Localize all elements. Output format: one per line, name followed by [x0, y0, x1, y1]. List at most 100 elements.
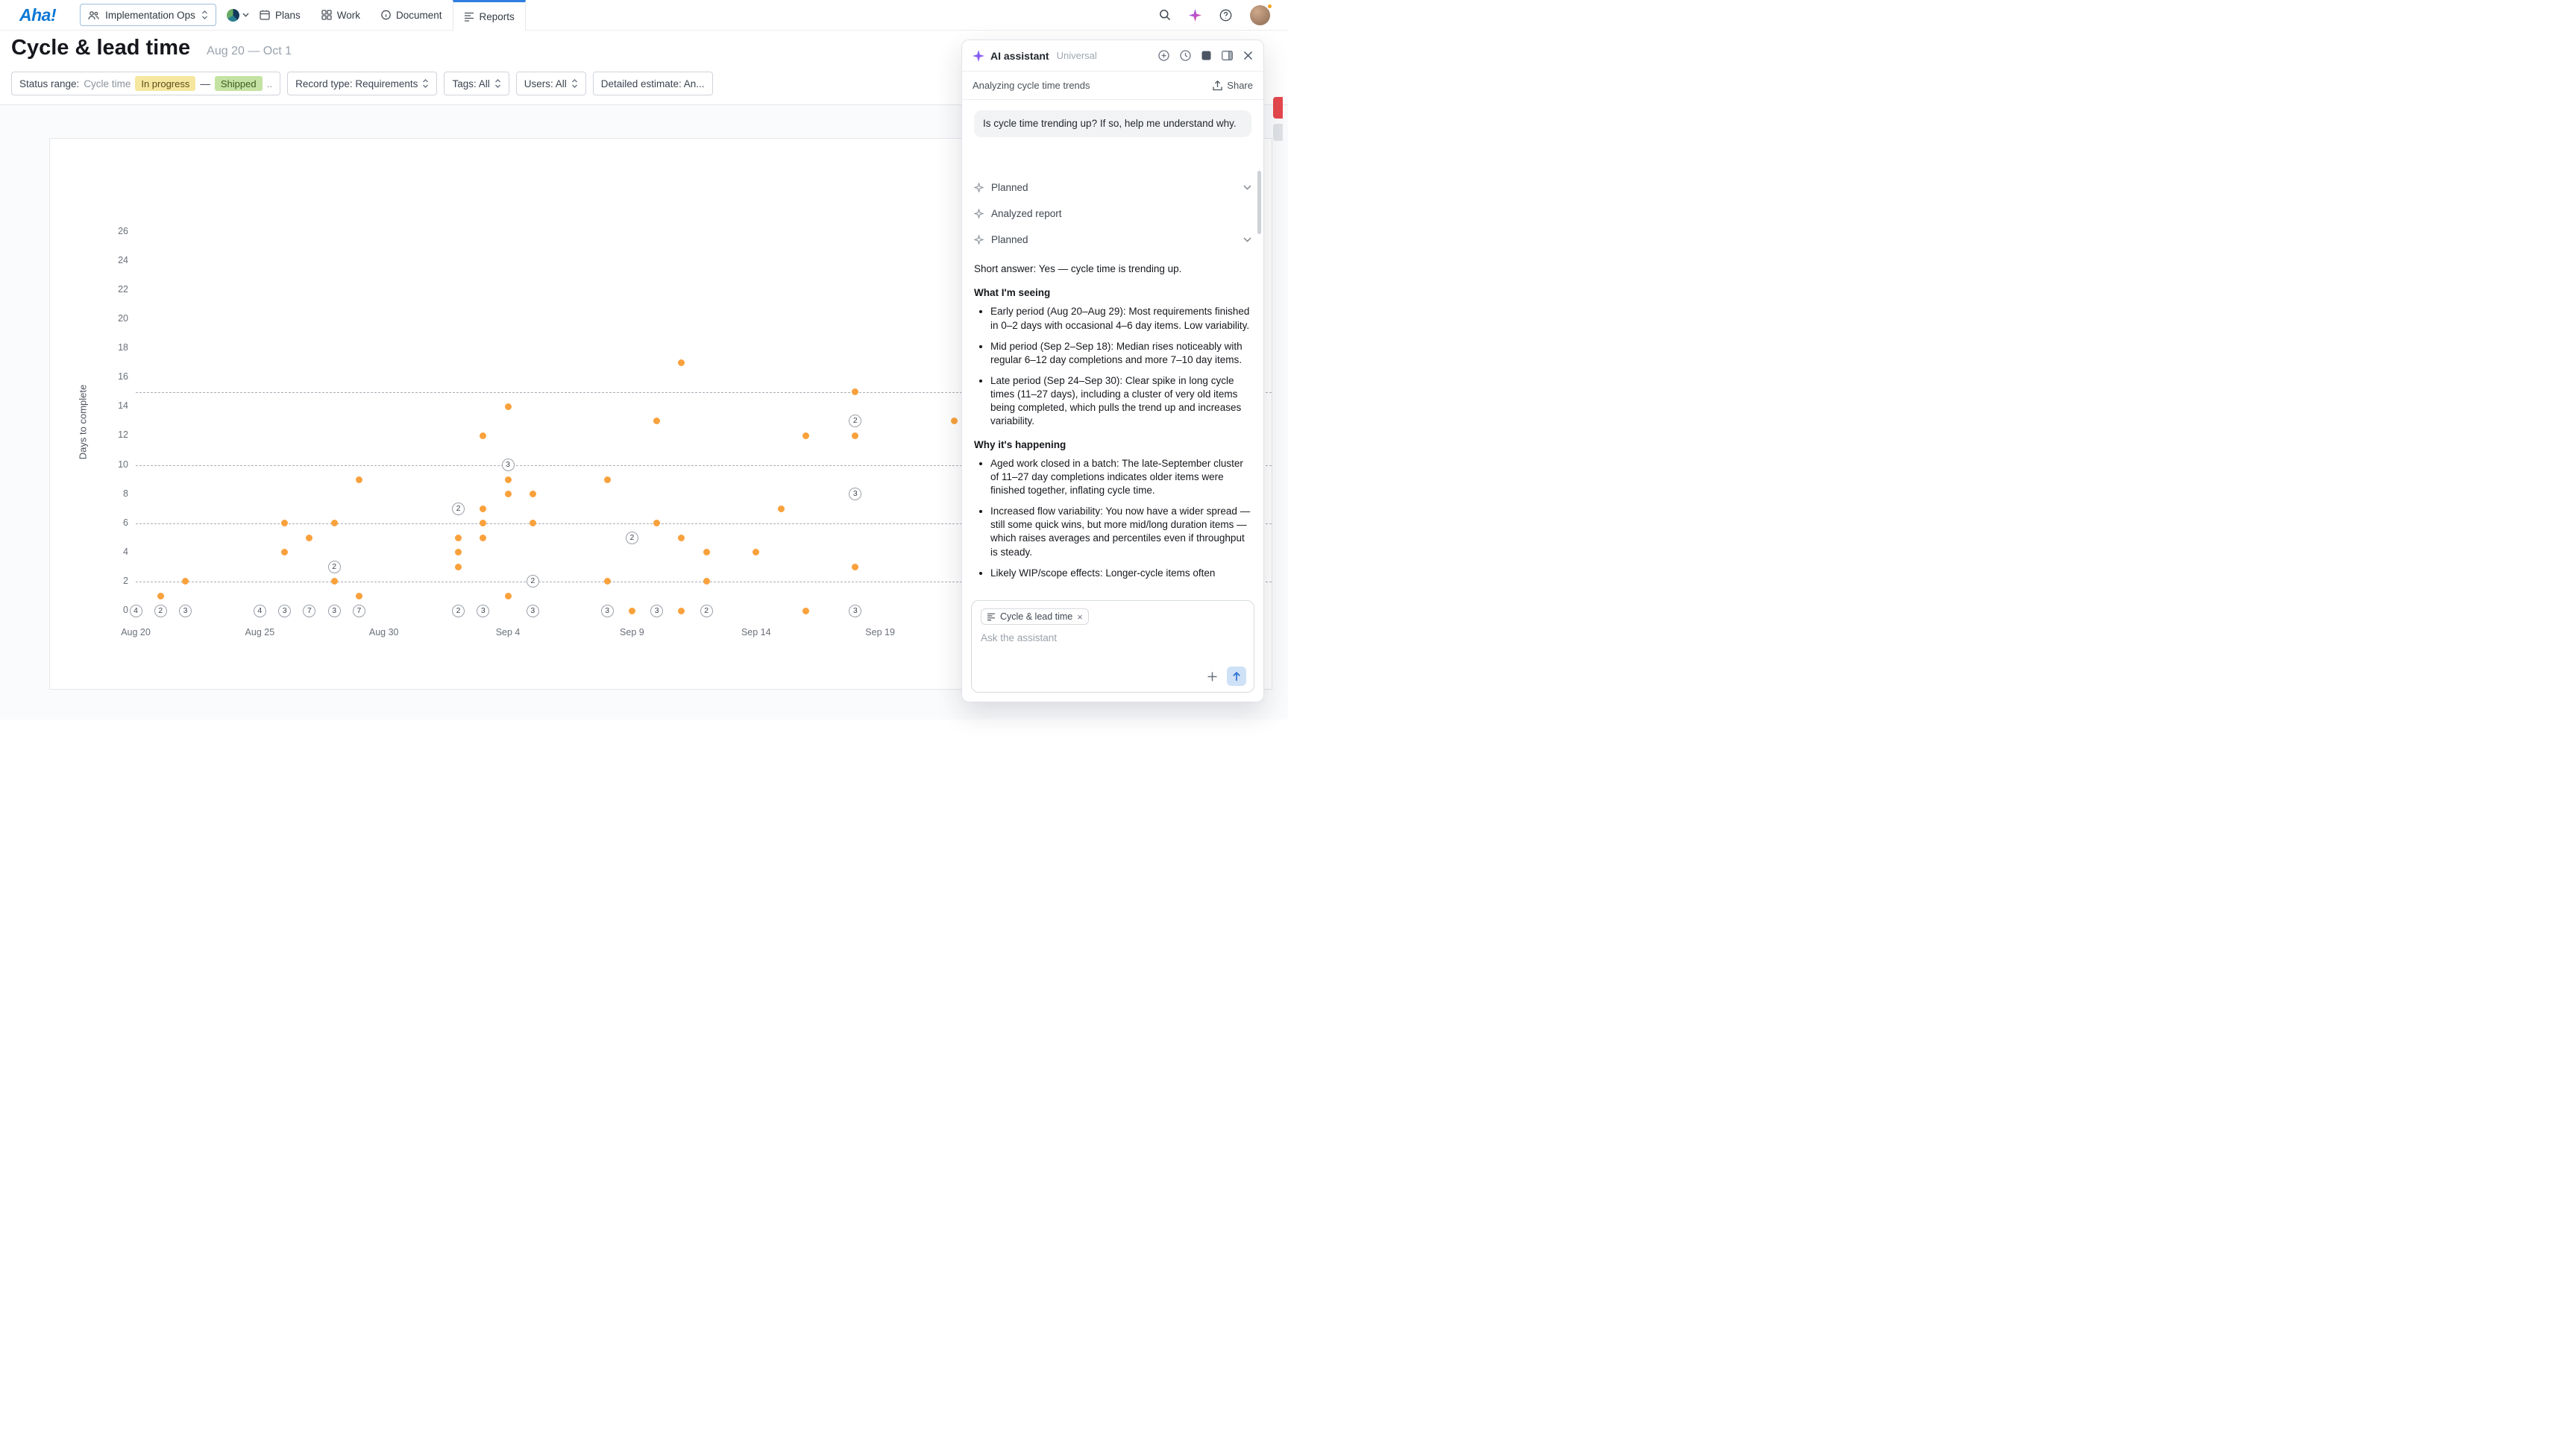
- panel-scrollbar-thumb[interactable]: [1257, 171, 1261, 234]
- chart-point[interactable]: [356, 476, 362, 483]
- chart-point-cluster[interactable]: 2: [328, 561, 341, 573]
- chart-point[interactable]: [530, 520, 536, 526]
- chart-point[interactable]: [480, 432, 486, 439]
- users-filter[interactable]: Users: All: [516, 72, 586, 95]
- new-chat-icon[interactable]: [1158, 50, 1169, 61]
- chart-point[interactable]: [455, 535, 462, 541]
- close-icon[interactable]: [1243, 51, 1253, 60]
- nav-item-reports[interactable]: Reports: [453, 0, 526, 31]
- step-planned-1[interactable]: Planned: [974, 176, 1251, 198]
- add-attachment-icon[interactable]: [1207, 671, 1218, 682]
- chart-point[interactable]: [480, 506, 486, 512]
- chart-point-cluster[interactable]: 4: [130, 605, 142, 617]
- nav-item-document[interactable]: Document: [371, 0, 453, 30]
- chart-point[interactable]: [703, 549, 710, 555]
- chart-point[interactable]: [505, 491, 512, 497]
- search-icon[interactable]: [1159, 9, 1171, 21]
- chart-point[interactable]: [480, 520, 486, 526]
- workspace-selector[interactable]: Implementation Ops: [80, 4, 216, 26]
- assistant-input[interactable]: [981, 632, 1205, 643]
- chart-point-cluster[interactable]: 2: [849, 415, 861, 427]
- step-planned-2[interactable]: Planned: [974, 228, 1251, 251]
- chart-point[interactable]: [281, 549, 288, 555]
- chart-point-cluster[interactable]: 2: [452, 503, 465, 515]
- work-grid-icon: [321, 10, 332, 20]
- chart-point-cluster[interactable]: 2: [154, 605, 167, 617]
- tags-filter[interactable]: Tags: All: [444, 72, 509, 95]
- chart-point[interactable]: [629, 608, 635, 614]
- status-range-filter[interactable]: Status range: Cycle time In progress — S…: [11, 72, 280, 95]
- chart-point-cluster[interactable]: 3: [477, 605, 489, 617]
- chart-point-cluster[interactable]: 2: [700, 605, 713, 617]
- chart-point[interactable]: [281, 520, 288, 526]
- context-chip[interactable]: Cycle & lead time ×: [981, 608, 1089, 625]
- chart-point[interactable]: [753, 549, 759, 555]
- chart-point-cluster[interactable]: 3: [278, 605, 291, 617]
- chart-point-cluster[interactable]: 7: [353, 605, 365, 617]
- chart-point[interactable]: [306, 535, 312, 541]
- detailed-estimate-filter[interactable]: Detailed estimate: An...: [593, 72, 713, 95]
- chart-point-cluster[interactable]: 3: [328, 605, 341, 617]
- expand-view-icon[interactable]: [1201, 51, 1211, 60]
- chart-point[interactable]: [480, 535, 486, 541]
- chart-point[interactable]: [852, 564, 858, 570]
- chart-point[interactable]: [802, 432, 809, 439]
- chart-point[interactable]: [852, 388, 858, 395]
- chevron-down-icon: [1243, 237, 1251, 242]
- chart-point[interactable]: [505, 476, 512, 483]
- chart-point[interactable]: [653, 418, 660, 424]
- reports-icon: [464, 12, 474, 22]
- chart-point-cluster[interactable]: 3: [502, 459, 515, 471]
- chart-point[interactable]: [678, 535, 685, 541]
- nav-item-plans[interactable]: Plans: [249, 0, 311, 30]
- chart-point[interactable]: [157, 593, 164, 599]
- chart-point[interactable]: [778, 506, 785, 512]
- chart-point[interactable]: [653, 520, 660, 526]
- chart-point[interactable]: [604, 578, 611, 585]
- chart-point[interactable]: [530, 491, 536, 497]
- chart-point-cluster[interactable]: 3: [601, 605, 614, 617]
- chart-point-cluster[interactable]: 4: [254, 605, 266, 617]
- step-analyzed-report[interactable]: Analyzed report: [974, 202, 1251, 224]
- chart-point-cluster[interactable]: 2: [452, 605, 465, 617]
- chart-point[interactable]: [505, 403, 512, 410]
- user-avatar[interactable]: [1250, 5, 1270, 25]
- share-button[interactable]: Share: [1213, 80, 1253, 91]
- chart-point-cluster[interactable]: 3: [650, 605, 663, 617]
- chart-point-cluster[interactable]: 2: [527, 575, 539, 588]
- chart-point-cluster[interactable]: 7: [303, 605, 315, 617]
- help-icon[interactable]: [1219, 9, 1232, 22]
- chart-point[interactable]: [678, 359, 685, 366]
- chart-point[interactable]: [951, 418, 958, 424]
- clipped-gray-button-sliver[interactable]: [1273, 124, 1283, 141]
- chart-point-cluster[interactable]: 3: [527, 605, 539, 617]
- chart-point[interactable]: [678, 608, 685, 614]
- chart-point[interactable]: [331, 578, 338, 585]
- chart-point[interactable]: [356, 593, 362, 599]
- clipped-red-button-sliver[interactable]: [1273, 97, 1283, 119]
- assistant-composer[interactable]: Cycle & lead time ×: [971, 600, 1254, 693]
- chart-point-cluster[interactable]: 3: [849, 488, 861, 500]
- chart-point[interactable]: [331, 520, 338, 526]
- chart-point[interactable]: [182, 578, 189, 585]
- workspace-avatar-menu[interactable]: [227, 9, 249, 22]
- chart-point-cluster[interactable]: 3: [849, 605, 861, 617]
- chart-point[interactable]: [455, 549, 462, 555]
- composer-actions: [1207, 667, 1246, 686]
- chart-point[interactable]: [455, 564, 462, 570]
- remove-context-icon[interactable]: ×: [1077, 612, 1083, 622]
- record-type-filter[interactable]: Record type: Requirements: [287, 72, 437, 95]
- aha-logo[interactable]: Aha!: [19, 5, 56, 25]
- chart-point[interactable]: [604, 476, 611, 483]
- chart-point-cluster[interactable]: 3: [179, 605, 192, 617]
- history-icon[interactable]: [1180, 50, 1191, 61]
- chart-point[interactable]: [852, 432, 858, 439]
- chart-point[interactable]: [703, 578, 710, 585]
- dock-right-icon[interactable]: [1222, 51, 1233, 60]
- chart-point[interactable]: [505, 593, 512, 599]
- chart-point[interactable]: [802, 608, 809, 614]
- nav-item-work[interactable]: Work: [311, 0, 371, 30]
- ai-sparkle-icon[interactable]: [1189, 9, 1201, 22]
- chart-point-cluster[interactable]: 2: [626, 532, 638, 544]
- send-button[interactable]: [1227, 667, 1246, 686]
